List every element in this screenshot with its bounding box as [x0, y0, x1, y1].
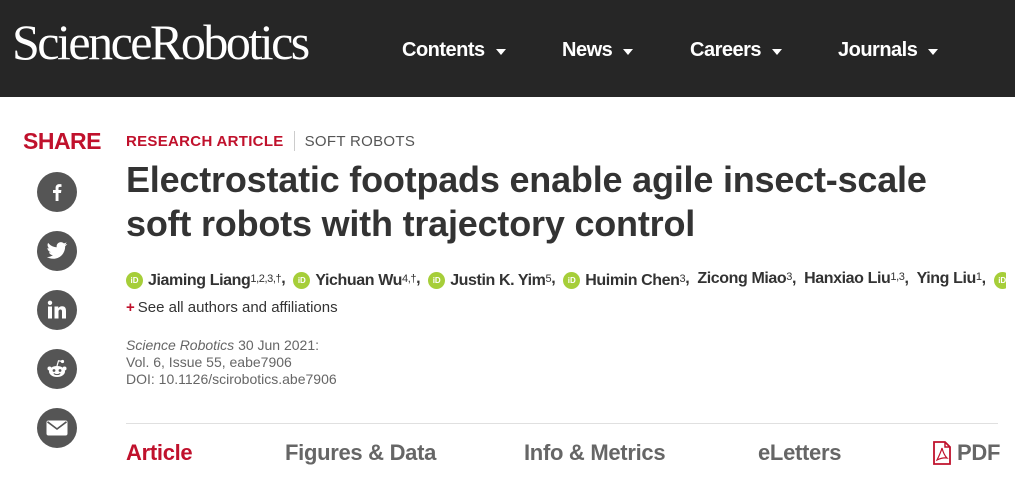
- chevron-down-icon: [928, 48, 939, 55]
- see-all-authors-link[interactable]: + See all authors and affiliations: [126, 299, 338, 316]
- chevron-down-icon: [623, 48, 634, 55]
- author-link[interactable]: iD Jiaming Liang 1,2,3,†: [126, 272, 282, 290]
- chevron-down-icon: [495, 48, 506, 55]
- orcid-icon[interactable]: iD: [293, 272, 311, 289]
- author-link[interactable]: iD…: [993, 272, 1006, 290]
- tab-figures-data[interactable]: Figures & Data: [285, 440, 436, 466]
- tab-pdf[interactable]: PDF: [932, 440, 1000, 466]
- orcid-icon[interactable]: iD: [993, 272, 1006, 289]
- author-link[interactable]: iD Justin K. Yim 5: [428, 272, 552, 290]
- tab-eletters[interactable]: eLetters: [758, 440, 842, 466]
- share-label: SHARE: [23, 128, 102, 154]
- main-nav: Contents News Careers Journals: [0, 39, 1015, 73]
- nav-contents[interactable]: Contents: [402, 39, 506, 62]
- article-tabs: Article Figures & Data Info & Metrics eL…: [0, 440, 1015, 474]
- journal-name: Science Robotics: [126, 337, 235, 353]
- nav-news[interactable]: News: [562, 39, 634, 62]
- plus-icon: +: [126, 299, 135, 316]
- email-icon: [46, 420, 68, 436]
- article-category-link[interactable]: SOFT ROBOTS: [305, 133, 416, 150]
- author-link[interactable]: Ying Liu 1: [917, 270, 982, 288]
- citation-line: Science Robotics 30 Jun 2021:: [126, 337, 337, 354]
- site-header: ScienceRobotics Contents News Careers Jo…: [0, 0, 1015, 97]
- citation-block: Science Robotics 30 Jun 2021: Vol. 6, Is…: [126, 337, 337, 388]
- nav-careers[interactable]: Careers: [690, 39, 783, 62]
- facebook-share-button[interactable]: [37, 172, 77, 212]
- tab-article[interactable]: Article: [126, 440, 193, 466]
- volume-issue: Vol. 6, Issue 55, eabe7906: [126, 354, 292, 370]
- orcid-icon[interactable]: iD: [126, 272, 143, 289]
- orcid-icon[interactable]: iD: [428, 272, 446, 289]
- twitter-share-button[interactable]: [37, 231, 77, 271]
- tabs-divider: [126, 423, 998, 424]
- divider: [293, 131, 295, 151]
- chevron-down-icon: [772, 48, 783, 55]
- article-type-link[interactable]: RESEARCH ARTICLE: [126, 133, 284, 150]
- linkedin-icon: [47, 300, 66, 319]
- facebook-icon: [53, 184, 62, 201]
- publish-date: 30 Jun 2021:: [238, 337, 320, 353]
- reddit-icon: [47, 359, 67, 377]
- article-kicker: RESEARCH ARTICLE SOFT ROBOTS: [126, 131, 415, 151]
- author-link[interactable]: iD Yichuan Wu 4,†: [293, 272, 416, 290]
- linkedin-share-button[interactable]: [37, 290, 77, 330]
- author-link[interactable]: iD Huimin Chen 3: [563, 272, 686, 290]
- author-list: iD Jiaming Liang 1,2,3,†, iD Yichuan Wu 4,†,…: [126, 270, 1006, 296]
- twitter-icon: [46, 242, 68, 259]
- orcid-icon[interactable]: iD: [563, 272, 581, 289]
- tab-info-metrics[interactable]: Info & Metrics: [524, 440, 666, 466]
- author-link[interactable]: Zicong Miao 3: [697, 270, 792, 288]
- doi[interactable]: DOI: 10.1126/scirobotics.abe7906: [126, 371, 337, 388]
- pdf-icon: [933, 441, 951, 465]
- reddit-share-button[interactable]: [37, 349, 77, 389]
- article-title: Electrostatic footpads enable agile inse…: [126, 159, 927, 244]
- author-link[interactable]: Hanxiao Liu 1,3: [804, 270, 905, 288]
- nav-journals[interactable]: Journals: [838, 39, 939, 62]
